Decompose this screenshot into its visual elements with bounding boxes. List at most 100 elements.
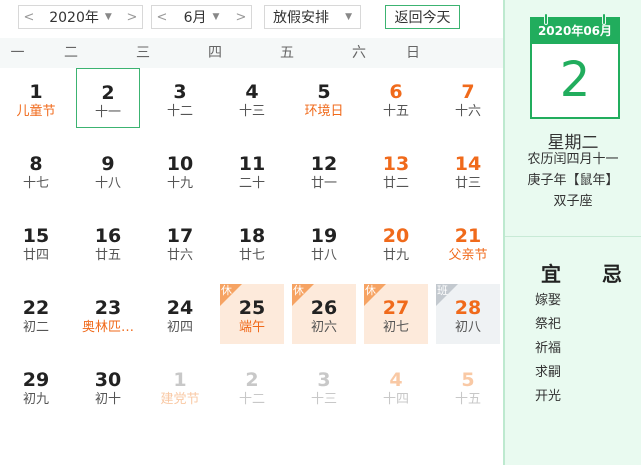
day-number: 4 xyxy=(245,81,259,103)
day-cell[interactable]: 4 十三 xyxy=(220,68,284,128)
panel-divider xyxy=(505,236,641,237)
day-number: 2 xyxy=(245,369,259,391)
day-number: 9 xyxy=(101,153,115,175)
month-selector[interactable]: < 6月 ▼ > xyxy=(151,5,252,29)
day-cell[interactable]: 12 廿一 xyxy=(292,140,356,200)
day-number: 13 xyxy=(382,153,410,175)
day-cell[interactable]: 6 十五 xyxy=(364,68,428,128)
day-cell[interactable]: 休 27 初七 xyxy=(364,284,428,344)
day-number: 3 xyxy=(317,369,331,391)
lunar-day-label: 廿五 xyxy=(94,248,121,263)
day-cell[interactable]: 17 廿六 xyxy=(148,212,212,272)
day-cell[interactable]: 9 十八 xyxy=(76,140,140,200)
corner-badge-label: 休 xyxy=(221,284,232,297)
lunar-day-label: 廿七 xyxy=(238,248,265,263)
day-cell[interactable]: 19 廿八 xyxy=(292,212,356,272)
day-number: 16 xyxy=(94,225,122,247)
weekday-tue: 二 xyxy=(64,45,78,61)
year-selector[interactable]: < 2020年 ▼ > xyxy=(18,5,143,29)
day-cell[interactable]: 29 初九 xyxy=(4,356,68,416)
prev-year-button[interactable]: < xyxy=(19,6,39,28)
day-cell[interactable]: 11 二十 xyxy=(220,140,284,200)
day-number: 24 xyxy=(166,297,194,319)
festival-label: 父亲节 xyxy=(448,248,488,263)
corner-badge-label: 休 xyxy=(365,284,376,297)
lunar-day-label: 初七 xyxy=(382,320,409,335)
suitable-item: 嫁娶 xyxy=(535,293,562,308)
panel-lunar-date: 农历闰四月十一 xyxy=(527,152,619,167)
day-cell[interactable]: 30 初十 xyxy=(76,356,140,416)
festival-label: 端午 xyxy=(238,320,265,335)
day-cell[interactable]: 20 廿九 xyxy=(364,212,428,272)
day-number: 21 xyxy=(454,225,482,247)
weekday-sun: 日 xyxy=(406,45,420,61)
day-cell[interactable]: 1 儿童节 xyxy=(4,68,68,128)
lunar-day-label: 十三 xyxy=(238,104,265,119)
panel-day-number: 2 xyxy=(559,52,591,108)
lunar-day-label: 廿九 xyxy=(382,248,409,263)
day-number: 20 xyxy=(382,225,410,247)
lunar-day-label: 十二 xyxy=(166,104,193,119)
day-cell[interactable]: 13 廿二 xyxy=(364,140,428,200)
back-to-today-button[interactable]: 返回今天 xyxy=(385,5,460,29)
day-cell[interactable]: 16 廿五 xyxy=(76,212,140,272)
suitable-item: 祈福 xyxy=(535,341,562,356)
prev-month-button[interactable]: < xyxy=(152,6,172,28)
day-cell[interactable]: 15 廿四 xyxy=(4,212,68,272)
weekday-wed: 三 xyxy=(136,45,150,61)
next-year-button[interactable]: > xyxy=(122,6,142,28)
festival-label: 奥林匹… xyxy=(81,320,134,335)
month-value: 6月 xyxy=(183,10,207,26)
day-cell[interactable]: 3 十二 xyxy=(148,68,212,128)
lunar-day-label: 初六 xyxy=(310,320,337,335)
day-number: 5 xyxy=(317,81,331,103)
day-cell[interactable]: 23 奥林匹… xyxy=(76,284,140,344)
lunar-day-label: 十五 xyxy=(454,392,481,407)
chevron-down-icon: ▼ xyxy=(212,12,220,22)
lunar-day-label: 十八 xyxy=(94,176,121,191)
day-cell[interactable]: 休 26 初六 xyxy=(292,284,356,344)
lunar-day-label: 十一 xyxy=(94,105,121,120)
day-cell[interactable]: 18 廿七 xyxy=(220,212,284,272)
day-cell[interactable]: 14 廿三 xyxy=(436,140,500,200)
day-cell[interactable]: 5 十五 xyxy=(436,356,500,416)
day-number: 1 xyxy=(173,369,187,391)
lunar-day-label: 十二 xyxy=(238,392,265,407)
lunar-day-label: 初十 xyxy=(94,392,121,407)
day-cell[interactable]: 10 十九 xyxy=(148,140,212,200)
day-number: 22 xyxy=(22,297,50,319)
day-cell[interactable]: 5 环境日 xyxy=(292,68,356,128)
day-cell-today[interactable]: 2 十一 xyxy=(76,68,140,128)
corner-badge-label: 班 xyxy=(437,284,448,297)
lunar-day-label: 廿六 xyxy=(166,248,193,263)
day-cell[interactable]: 3 十三 xyxy=(292,356,356,416)
day-cell[interactable]: 21 父亲节 xyxy=(436,212,500,272)
day-number: 11 xyxy=(238,153,266,175)
day-cell[interactable]: 8 十七 xyxy=(4,140,68,200)
holiday-selector[interactable]: 放假安排 ▼ xyxy=(264,5,361,29)
day-number: 4 xyxy=(389,369,403,391)
lunar-day-label: 十六 xyxy=(454,104,481,119)
panel-zodiac: 双子座 xyxy=(553,194,593,209)
day-cell[interactable]: 22 初二 xyxy=(4,284,68,344)
day-number: 8 xyxy=(29,153,43,175)
day-detail-panel: 2020年06月 2 星期二 农历闰四月十一 庚子年【鼠年】 双子座 宜 忌 嫁… xyxy=(503,0,641,465)
day-number: 14 xyxy=(454,153,482,175)
suitable-list: 嫁娶 祭祀 祈福 求嗣 开光 xyxy=(535,289,561,409)
weekday-header: 一 二 三 四 五 六 日 xyxy=(0,38,503,68)
day-cell[interactable]: 7 十六 xyxy=(436,68,500,128)
day-number: 17 xyxy=(166,225,194,247)
lunar-day-label: 二十 xyxy=(238,176,265,191)
holiday-value: 放假安排 xyxy=(273,10,329,26)
festival-label: 建党节 xyxy=(160,392,200,407)
day-cell[interactable]: 休 25 端午 xyxy=(220,284,284,344)
day-cell[interactable]: 2 十二 xyxy=(220,356,284,416)
day-cell[interactable]: 1 建党节 xyxy=(148,356,212,416)
lunar-day-label: 廿二 xyxy=(382,176,409,191)
calendar-icon: 2020年06月 2 xyxy=(530,13,620,119)
day-cell[interactable]: 班 28 初八 xyxy=(436,284,500,344)
day-cell[interactable]: 4 十四 xyxy=(364,356,428,416)
next-month-button[interactable]: > xyxy=(231,6,251,28)
day-cell[interactable]: 24 初四 xyxy=(148,284,212,344)
day-number: 2 xyxy=(101,82,115,104)
